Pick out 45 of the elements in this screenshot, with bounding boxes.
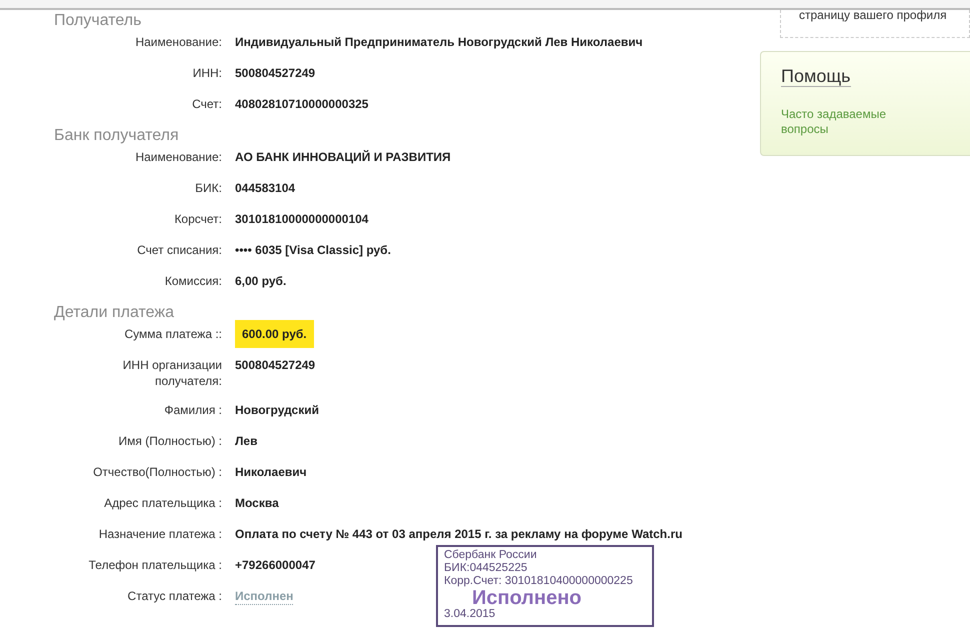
stamp-bik: БИК:044525225 (444, 562, 528, 575)
field-value: 500804527249 (235, 357, 316, 373)
field-label: Сумма платежа :: (123, 326, 222, 342)
field-label: Имя (Полностью) : (118, 433, 222, 449)
field-value: +79266000047 (235, 557, 316, 573)
field-label: Счет списания: (136, 242, 222, 258)
field-label: Комиссия: (164, 273, 222, 289)
field-label: Фамилия : (163, 402, 222, 418)
field-value: Лев (235, 433, 258, 449)
field-value: 40802810710000000325 (235, 96, 368, 112)
profile-note: страницу вашего профиля (780, 10, 970, 38)
faq-link[interactable]: Часто задаваемые вопросы (781, 107, 901, 137)
field-value: Индивидуальный Предприниматель Новогрудский Лев Николаевич (235, 34, 643, 50)
section-title: Получатель (54, 12, 142, 31)
field-label: Отчество(Полностью) : (92, 464, 222, 480)
field-value: Оплата по счету № 443 от 03 апреля 2015 г. за рекламу на форуме Watch.ru (235, 526, 682, 542)
help-title: Помощь (781, 66, 851, 87)
field-value: Николаевич (235, 464, 307, 480)
field-label: ИНН организации получателя: (122, 357, 222, 389)
stamp-account: Корр.Счет: 30101810400000000225 (444, 575, 634, 588)
field-value: 6,00 руб. (235, 273, 286, 289)
stamp-status: Исполнено (472, 588, 583, 608)
field-label: Наименование: (134, 34, 222, 50)
field-label: Назначение платежа : (98, 526, 222, 542)
field-label: Наименование: (134, 149, 222, 165)
field-value: Новогрудский (235, 402, 319, 418)
section-title: Детали платежа (54, 304, 175, 323)
field-label: Адрес плательщика : (103, 495, 222, 511)
field-value: 30101810000000000104 (235, 211, 368, 227)
stamp-date: 3.04.2015 (444, 608, 496, 621)
field-value: •••• 6035 [Visa Classic] руб. (235, 242, 391, 258)
field-value: 500804527249 (235, 65, 316, 81)
field-label: Телефон плательщика : (88, 557, 222, 573)
section-title: Банк получателя (54, 127, 180, 146)
field-value: АО БАНК ИННОВАЦИЙ И РАЗВИТИЯ (235, 149, 451, 165)
status-link[interactable]: Исполнен (235, 588, 294, 605)
field-label: Статус платежа : (126, 588, 222, 604)
field-label: ИНН: (192, 65, 222, 81)
field-label: Счет: (191, 96, 222, 112)
stamp-bank-name: Сбербанк России (444, 549, 538, 562)
amount-highlight: 600.00 руб. (235, 320, 314, 348)
field-value: 044583104 (235, 180, 296, 196)
field-label: БИК: (194, 180, 222, 196)
field-label: Корсчет: (173, 211, 222, 227)
field-value: Москва (235, 495, 279, 511)
